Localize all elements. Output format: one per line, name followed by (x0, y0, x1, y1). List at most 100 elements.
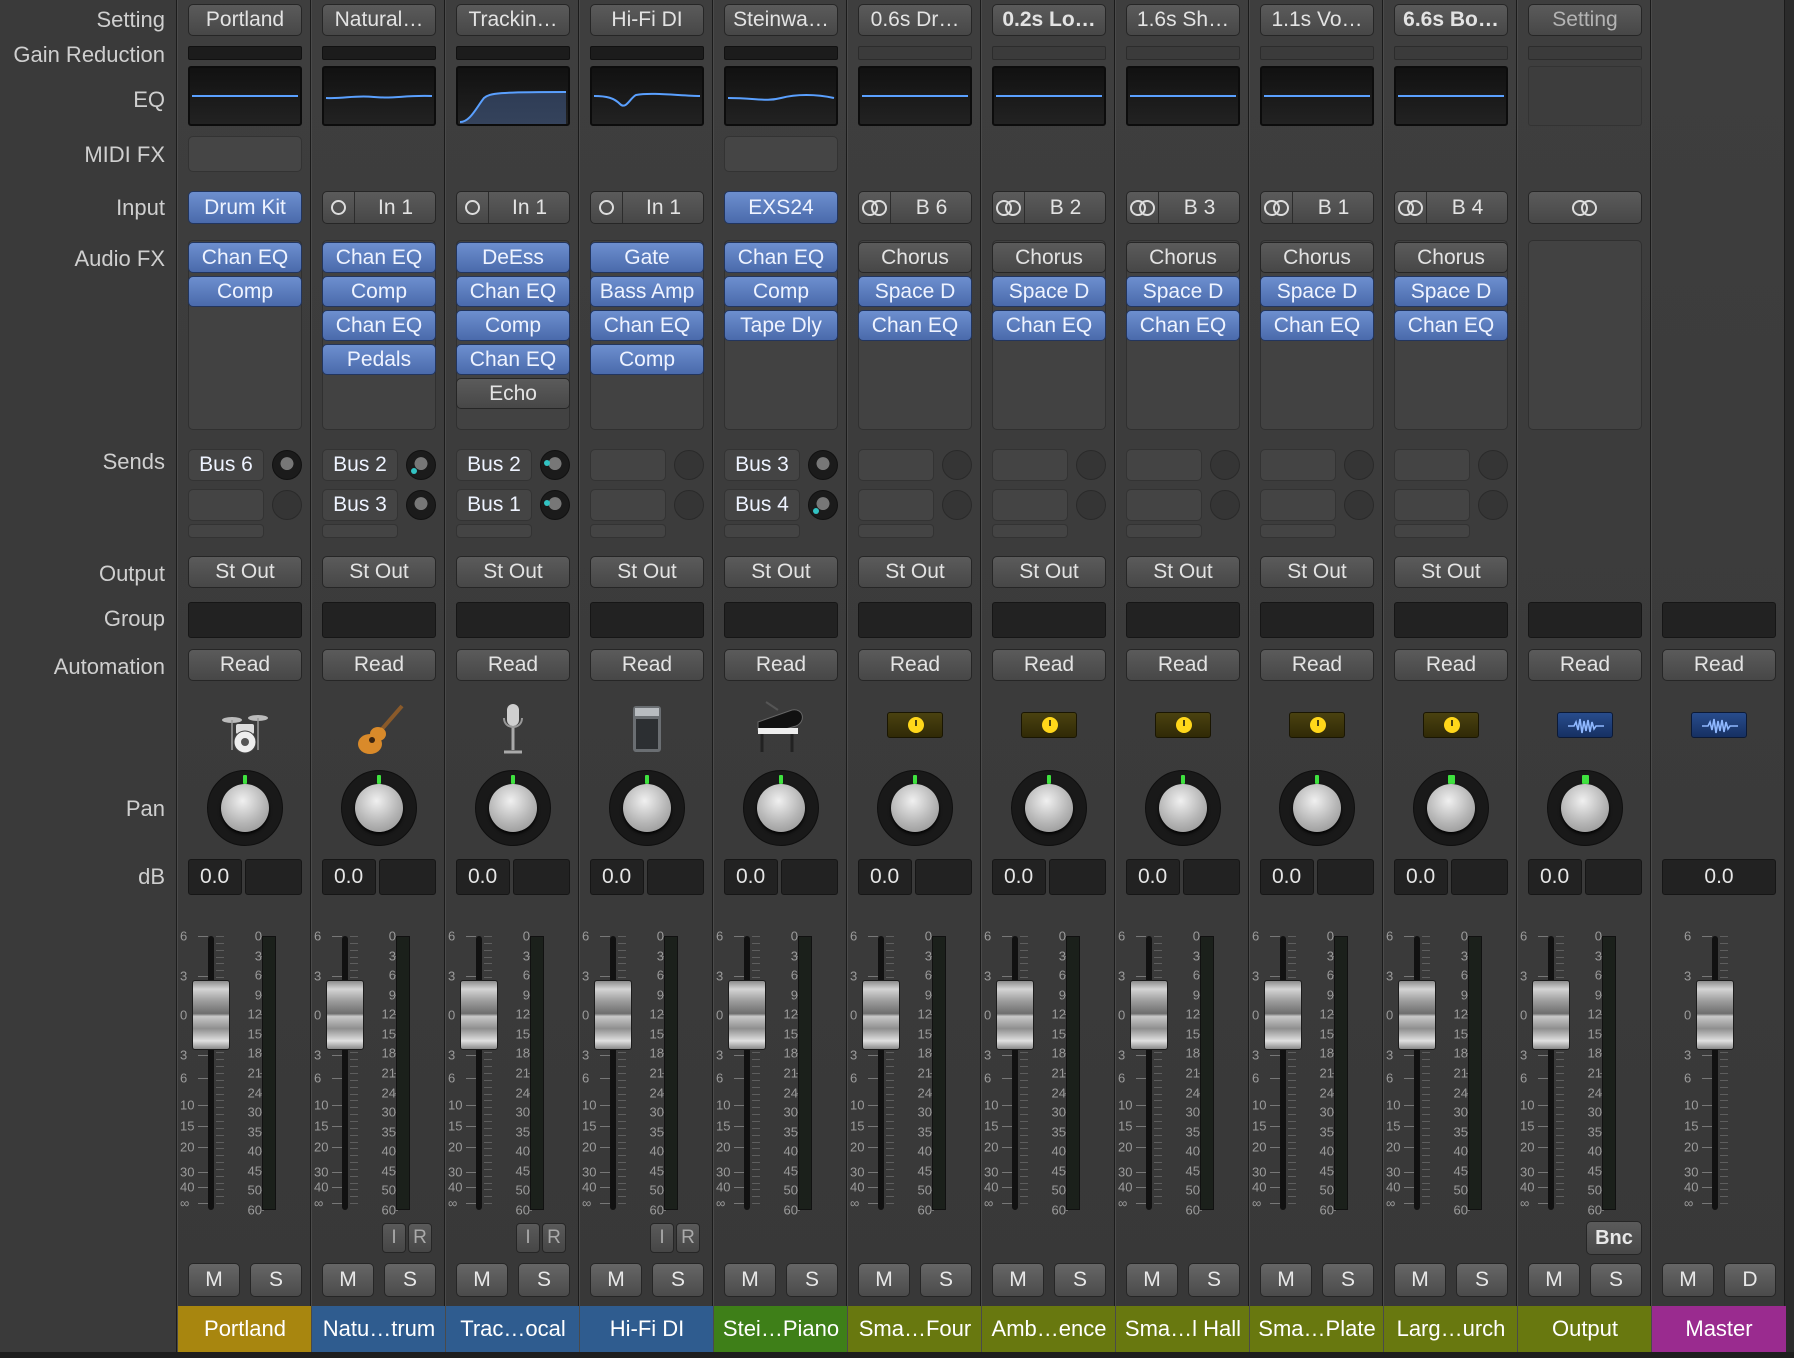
mute-button[interactable]: M (1126, 1263, 1178, 1297)
group-slot[interactable] (1126, 602, 1240, 638)
fader-handle[interactable] (1264, 980, 1302, 1050)
group-slot[interactable] (1528, 602, 1642, 638)
send-level-knob[interactable] (406, 490, 436, 520)
input-monitor-button[interactable]: I (382, 1223, 406, 1253)
audio-fx-slot[interactable]: Chorus (1126, 242, 1240, 273)
pan-knob[interactable] (1145, 770, 1221, 846)
send-slot-empty[interactable] (322, 524, 398, 538)
audio-fx-slot[interactable]: Tape Dly (724, 310, 838, 341)
group-slot[interactable] (456, 602, 570, 638)
group-slot[interactable] (188, 602, 302, 638)
fader-handle[interactable] (192, 980, 230, 1050)
output-button[interactable]: St Out (322, 556, 436, 588)
fader-handle[interactable] (1532, 980, 1570, 1050)
audio-fx-slot[interactable]: Space D (1126, 276, 1240, 307)
input-slot[interactable]: Drum Kit (188, 191, 302, 224)
pan-knob[interactable] (877, 770, 953, 846)
pan-knob[interactable] (743, 770, 819, 846)
input-slot[interactable]: In 1 (456, 191, 570, 224)
group-slot[interactable] (1394, 602, 1508, 638)
audio-fx-slot[interactable]: Chan EQ (456, 344, 570, 375)
group-slot[interactable] (322, 602, 436, 638)
volume-readout[interactable]: 0.0 (858, 859, 912, 895)
setting-button[interactable]: 0.2s Lo… (992, 4, 1106, 36)
input-monitor-button[interactable]: I (650, 1223, 674, 1253)
pan-knob[interactable] (609, 770, 685, 846)
solo-button[interactable]: S (652, 1263, 704, 1297)
midi-fx-slot[interactable] (724, 136, 838, 172)
solo-button[interactable]: S (786, 1263, 838, 1297)
send-slot-empty[interactable] (1394, 524, 1470, 538)
channel-name[interactable]: Sma…Four (848, 1306, 982, 1352)
input-slot[interactable]: In 1 (590, 191, 704, 224)
pan-knob[interactable] (1547, 770, 1623, 846)
setting-button[interactable]: Hi-Fi DI (590, 4, 704, 36)
audio-fx-slot[interactable]: Gate (590, 242, 704, 273)
setting-button[interactable]: 0.6s Dr… (858, 4, 972, 36)
fader-handle[interactable] (1398, 980, 1436, 1050)
input-slot[interactable] (1528, 191, 1642, 224)
solo-button[interactable]: S (1188, 1263, 1240, 1297)
audio-fx-slot[interactable]: Chan EQ (322, 310, 436, 341)
send-slot[interactable] (1260, 489, 1336, 521)
send-slot[interactable] (858, 489, 934, 521)
volume-fader[interactable]: 6 3 0 3 6 10 15 20 30 40 ∞ 0 3 6 9 12 15 18 21 24 30 35 40 45 50… (714, 929, 848, 1218)
send-slot[interactable] (858, 449, 934, 481)
solo-button[interactable]: S (1322, 1263, 1374, 1297)
volume-readout[interactable]: 0.0 (992, 859, 1046, 895)
volume-readout[interactable]: 0.0 (188, 859, 242, 895)
eq-display[interactable] (1528, 66, 1642, 126)
send-slot[interactable] (1126, 449, 1202, 481)
fader-handle[interactable] (1696, 980, 1734, 1050)
audio-fx-slot[interactable]: Chorus (1260, 242, 1374, 273)
channel-name[interactable]: Master (1652, 1306, 1786, 1352)
send-level-knob[interactable] (1076, 490, 1106, 520)
mono-format-icon[interactable] (457, 192, 489, 223)
send-slot[interactable] (590, 489, 666, 521)
volume-readout[interactable]: 0.0 (456, 859, 510, 895)
pan-knob[interactable] (207, 770, 283, 846)
fader-handle[interactable] (996, 980, 1034, 1050)
send-level-knob[interactable] (272, 490, 302, 520)
stereo-link-icon[interactable] (1395, 192, 1427, 223)
mute-button[interactable]: M (1260, 1263, 1312, 1297)
volume-readout[interactable]: 0.0 (322, 859, 376, 895)
eq-display[interactable] (590, 66, 704, 126)
audio-fx-slot[interactable]: Comp (724, 276, 838, 307)
mute-button[interactable]: M (992, 1263, 1044, 1297)
automation-button[interactable]: Read (1394, 649, 1508, 681)
input-slot[interactable]: B 4 (1394, 191, 1508, 224)
record-enable-button[interactable]: R (542, 1223, 566, 1253)
automation-button[interactable]: Read (1662, 649, 1776, 681)
fader-handle[interactable] (460, 980, 498, 1050)
solo-button[interactable]: S (384, 1263, 436, 1297)
fader-handle[interactable] (728, 980, 766, 1050)
setting-button[interactable]: 1.1s Vo… (1260, 4, 1374, 36)
stereo-link-icon[interactable] (859, 192, 891, 223)
audio-fx-slot[interactable]: Space D (858, 276, 972, 307)
volume-readout[interactable]: 0.0 (1528, 859, 1582, 895)
volume-fader[interactable]: 6 3 0 3 6 10 15 20 30 40 ∞ 0 3 6 9 12 15 18 21 24 30 35 40 45 50… (1250, 929, 1384, 1218)
audio-fx-slot[interactable]: Chan EQ (456, 276, 570, 307)
audio-fx-slot[interactable]: Chan EQ (188, 242, 302, 273)
automation-button[interactable]: Read (1126, 649, 1240, 681)
volume-fader[interactable]: 6 3 0 3 6 10 15 20 30 40 ∞ 0 3 6 9 12 15 18 21 24 30 35 40 45 50… (178, 929, 312, 1218)
setting-button[interactable]: Trackin… (456, 4, 570, 36)
channel-name[interactable]: Hi-Fi DI (580, 1306, 714, 1352)
automation-button[interactable]: Read (590, 649, 704, 681)
send-level-knob[interactable] (1344, 450, 1374, 480)
dim-button[interactable]: D (1724, 1263, 1776, 1297)
channel-name[interactable]: Portland (178, 1306, 312, 1352)
group-slot[interactable] (1260, 602, 1374, 638)
bounce-button[interactable]: Bnc (1586, 1221, 1642, 1255)
group-slot[interactable] (858, 602, 972, 638)
output-button[interactable]: St Out (456, 556, 570, 588)
channel-name[interactable]: Sma…Plate (1250, 1306, 1384, 1352)
solo-button[interactable]: S (1054, 1263, 1106, 1297)
output-button[interactable]: St Out (1394, 556, 1508, 588)
output-button[interactable]: St Out (590, 556, 704, 588)
pan-knob[interactable] (1279, 770, 1355, 846)
send-slot[interactable]: Bus 3 (322, 489, 398, 521)
stereo-link-icon[interactable] (993, 192, 1025, 223)
output-button[interactable]: St Out (858, 556, 972, 588)
